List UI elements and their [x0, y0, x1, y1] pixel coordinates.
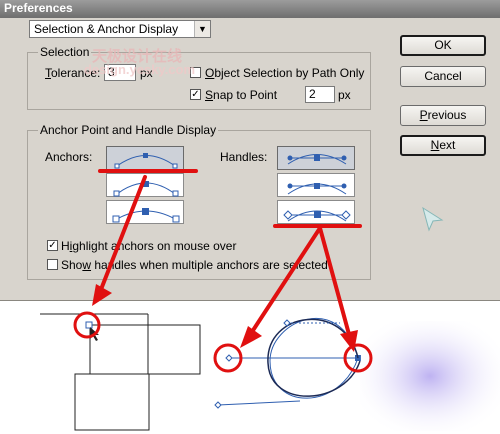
preferences-dialog: Preferences Selection & Anchor Display ▼… — [0, 0, 500, 301]
snap-input[interactable]: 2 — [305, 86, 335, 103]
object-selection-label: Object Selection by Path Only — [205, 66, 365, 80]
illustration-canvas — [0, 301, 500, 431]
show-handles-label: Show handles when multiple anchors are s… — [61, 258, 328, 272]
anchor-style-3-icon — [112, 208, 180, 223]
cursor-arrow-icon — [422, 206, 444, 232]
highlight-anchors-label: Highlight anchors on mouse over — [61, 239, 237, 253]
window-title: Preferences — [4, 1, 73, 15]
anchor-style-3-option[interactable] — [106, 200, 184, 224]
handle-style-3-option[interactable] — [277, 200, 355, 224]
show-handles-checkbox[interactable] — [47, 259, 58, 270]
title-bar: Preferences — [0, 0, 500, 18]
watermark-url: design.yesky.com — [84, 62, 196, 77]
handle-style-3-icon — [283, 210, 351, 222]
chevron-down-icon: ▼ — [194, 21, 210, 37]
ok-button[interactable]: OK — [400, 35, 486, 56]
selection-legend: Selection — [38, 45, 92, 59]
anchor-style-2-option[interactable] — [106, 173, 184, 197]
handles-label: Handles: — [220, 150, 268, 164]
section-select[interactable]: Selection & Anchor Display ▼ — [29, 20, 211, 38]
path-illustration — [40, 313, 500, 431]
section-select-value: Selection & Anchor Display — [34, 22, 179, 36]
handle-style-2-icon — [287, 183, 347, 195]
anchor-legend: Anchor Point and Handle Display — [38, 123, 219, 137]
anchor-style-1-option[interactable] — [106, 146, 184, 170]
next-button[interactable]: Next — [400, 135, 486, 156]
snap-to-point-checkbox[interactable]: ✓ — [190, 89, 201, 100]
highlight-anchors-checkbox[interactable]: ✓ — [47, 240, 58, 251]
handle-style-2-option[interactable] — [277, 173, 355, 197]
anchor-style-2-icon — [113, 181, 179, 197]
cancel-button[interactable]: Cancel — [400, 66, 486, 87]
anchor-style-1-icon — [114, 153, 178, 169]
snap-unit: px — [338, 88, 351, 102]
handle-style-1-icon — [287, 154, 347, 165]
anchors-label: Anchors: — [45, 150, 93, 164]
snap-to-point-label: Snap to Point — [205, 88, 278, 102]
previous-button[interactable]: Previous — [400, 105, 486, 126]
handle-style-1-option[interactable] — [277, 146, 355, 170]
